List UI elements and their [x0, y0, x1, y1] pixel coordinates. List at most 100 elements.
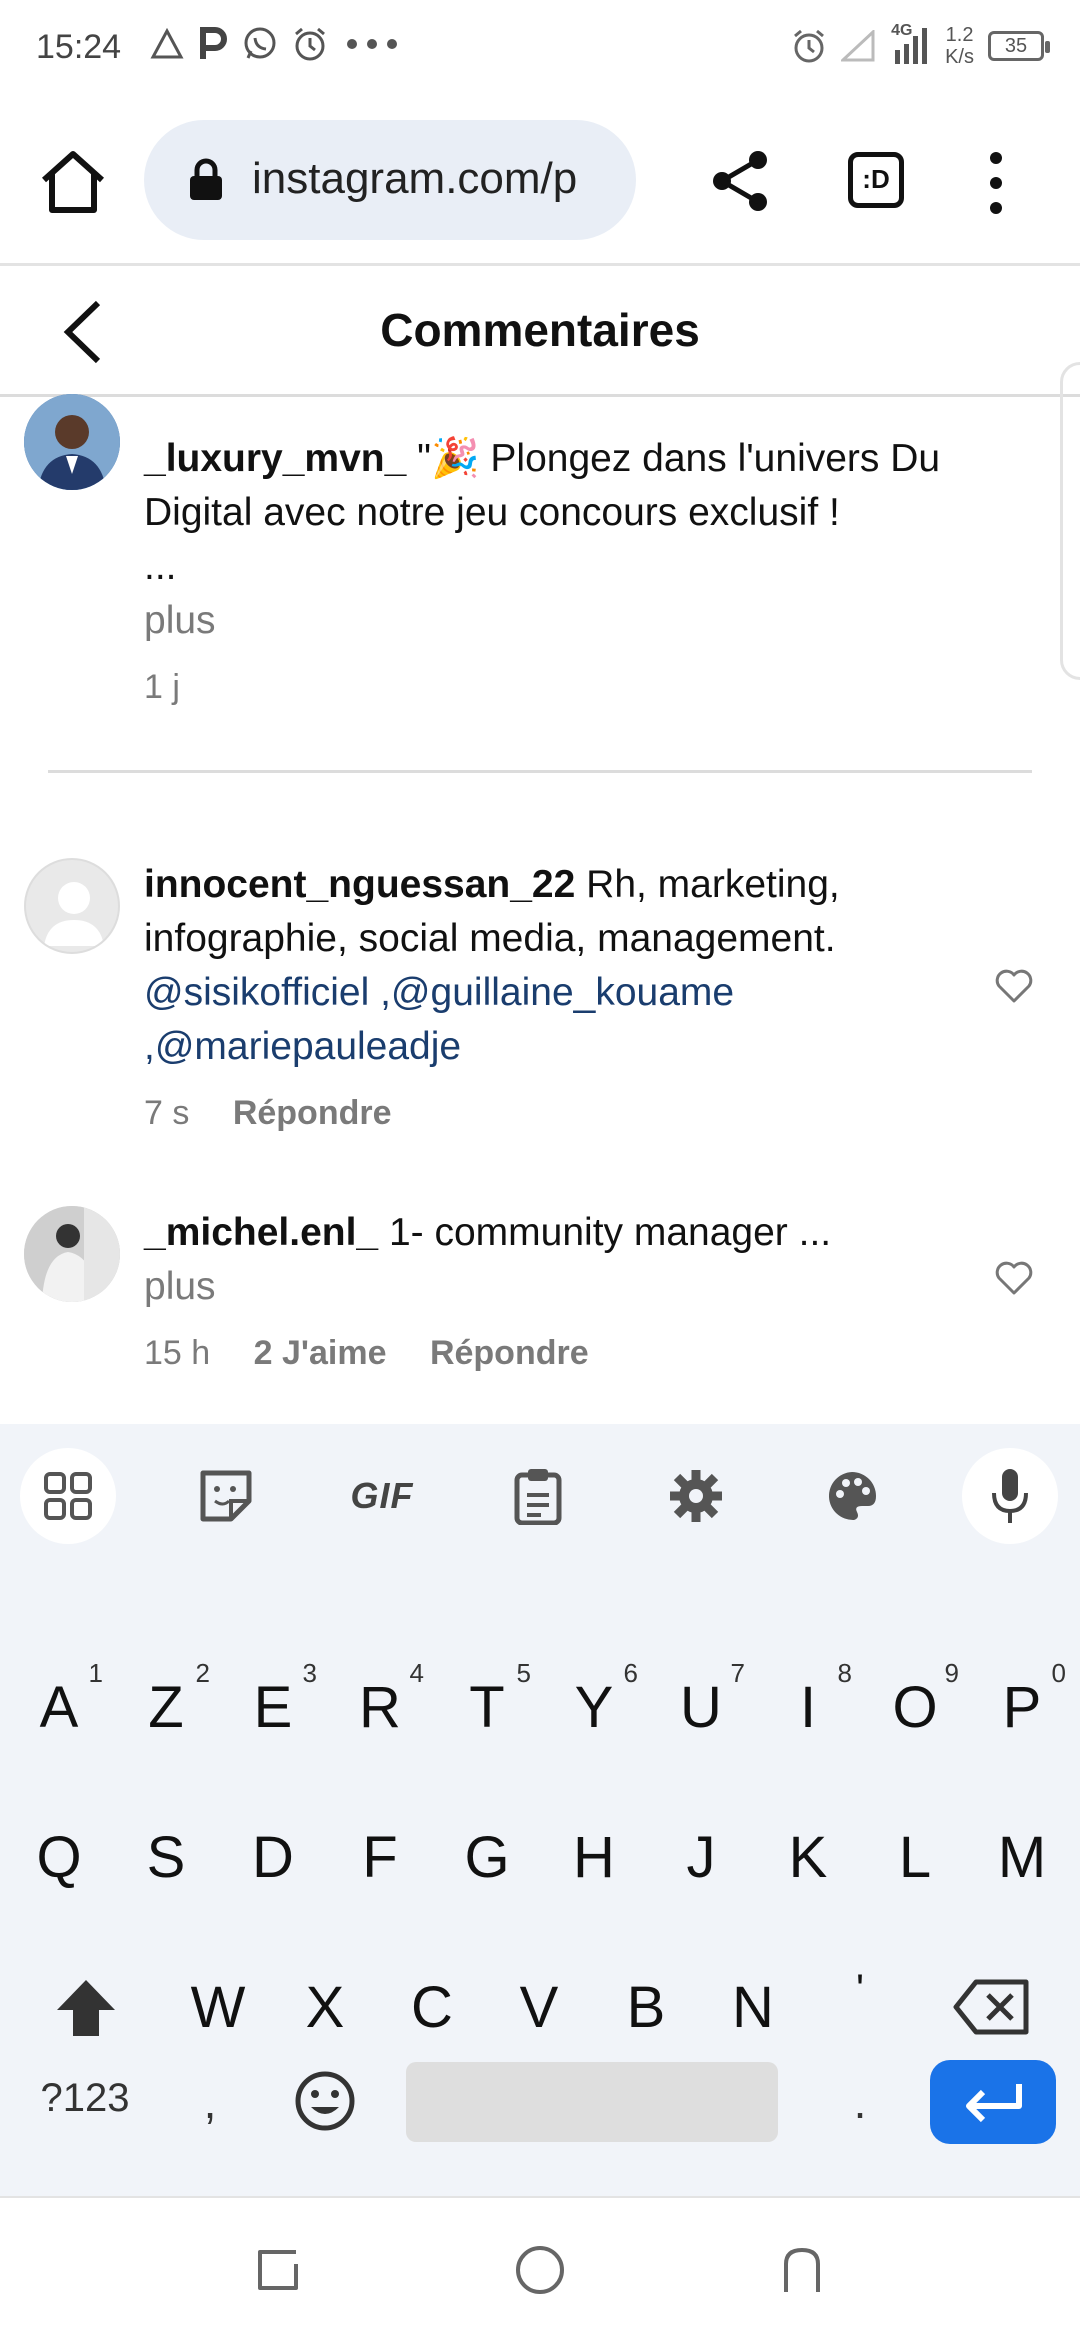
comment-username[interactable]: _michel.enl_	[144, 1211, 378, 1254]
key-e[interactable]: E3	[223, 1652, 323, 1762]
avatar[interactable]	[24, 858, 120, 954]
caption-time: 1 j	[144, 668, 180, 706]
comment-meta: 15 h 2 J'aime Répondre	[144, 1326, 964, 1380]
key-hint: 4	[409, 1658, 424, 1688]
default-avatar-icon	[44, 882, 104, 946]
key-a[interactable]: A1	[9, 1652, 109, 1762]
key-hint: 6	[623, 1658, 638, 1688]
likes-count[interactable]: 2 J'aime	[254, 1334, 387, 1372]
key-u[interactable]: U7	[651, 1652, 751, 1762]
parking-icon	[200, 27, 227, 59]
side-panel-handle[interactable]	[1060, 362, 1080, 680]
net-speed-unit: K/s	[945, 46, 974, 68]
key-hint: 2	[195, 1658, 210, 1688]
heart-icon[interactable]	[994, 1260, 1034, 1296]
key-t[interactable]: T5	[437, 1652, 537, 1762]
backspace-key[interactable]	[942, 1952, 1042, 2062]
period-key[interactable]: .	[820, 2062, 900, 2142]
key-x[interactable]: X	[275, 1952, 375, 2062]
key-c[interactable]: C	[382, 1952, 482, 2062]
enter-arrow-icon	[966, 2084, 1022, 2123]
key-y[interactable]: Y6	[544, 1652, 644, 1762]
key-z[interactable]: Z2	[116, 1652, 216, 1762]
key-i[interactable]: I8	[758, 1652, 858, 1762]
comment-username[interactable]: innocent_nguessan_22	[144, 863, 575, 906]
caption-body: _luxury_mvn_ "🎉 Plongez dans l'univers D…	[144, 432, 964, 714]
apps-grid-icon[interactable]	[20, 1448, 116, 1544]
avatar-image	[24, 1206, 120, 1302]
key-n[interactable]: N	[703, 1952, 803, 2062]
avatar[interactable]	[24, 394, 120, 490]
recent-apps-icon[interactable]	[248, 2240, 308, 2300]
key-hint: 8	[837, 1658, 852, 1688]
reply-button[interactable]: Répondre	[430, 1334, 589, 1372]
caption-divider	[48, 770, 1032, 773]
comma-key[interactable]: ,	[170, 2062, 250, 2142]
more-vert-icon[interactable]	[978, 148, 1014, 218]
key-l[interactable]: L	[865, 1802, 965, 1912]
browser-toolbar: instagram.com/p :D	[0, 100, 1080, 266]
key-m[interactable]: M	[972, 1802, 1072, 1912]
key-w[interactable]: W	[168, 1952, 268, 2062]
key-b[interactable]: B	[596, 1952, 696, 2062]
key-hint: 0	[1051, 1658, 1066, 1688]
net-speed: 1.2 K/s	[945, 24, 974, 68]
avatar[interactable]	[24, 1206, 120, 1302]
emoji-key[interactable]	[280, 2056, 370, 2146]
whatsapp-icon	[244, 27, 276, 59]
comment-text: 1- community manager ...	[388, 1211, 832, 1254]
address-bar[interactable]: instagram.com/p	[144, 120, 636, 240]
avatar-image	[24, 394, 120, 490]
heart-icon[interactable]	[994, 968, 1034, 1004]
key-v[interactable]: V	[489, 1952, 589, 2062]
share-icon[interactable]	[708, 148, 774, 214]
comment-mentions[interactable]: @sisikofficiel ,@guillaine_kouame ,@mari…	[144, 966, 964, 1074]
key-r[interactable]: R4	[330, 1652, 430, 1762]
key-g[interactable]: G	[437, 1802, 537, 1912]
comment-time: 7 s	[144, 1094, 190, 1132]
gif-button[interactable]: GIF	[334, 1448, 430, 1544]
keyboard-toolbar: GIF	[0, 1424, 1080, 1562]
key-h[interactable]: H	[544, 1802, 644, 1912]
key-o[interactable]: O9	[865, 1652, 965, 1762]
key-hint: 5	[516, 1658, 531, 1688]
more-link[interactable]: plus	[144, 1260, 964, 1314]
tabs-button[interactable]: :D	[848, 152, 904, 208]
shift-arrow-icon	[57, 1980, 115, 2036]
sticker-icon[interactable]	[178, 1448, 274, 1544]
mobile-signal: 4G	[891, 22, 931, 66]
key-q[interactable]: Q	[9, 1802, 109, 1912]
backspace-icon	[953, 1979, 1029, 2035]
battery-indicator: 35	[988, 31, 1050, 61]
home-circle-icon[interactable]	[510, 2240, 570, 2300]
home-icon[interactable]	[38, 148, 108, 218]
enter-key[interactable]	[930, 2060, 1056, 2144]
settings-gear-icon[interactable]	[648, 1448, 744, 1544]
key-p[interactable]: P0	[972, 1652, 1072, 1762]
back-nav-icon[interactable]	[772, 2240, 832, 2300]
system-nav-bar	[0, 2196, 1080, 2340]
key-hint: 7	[730, 1658, 745, 1688]
keyboard: GIF A1 Z2 E3 R4 T5 Y6 U7 I8 O9 P0 Q S D …	[0, 1424, 1080, 2196]
lock-icon	[190, 158, 222, 200]
key-j[interactable]: J	[651, 1802, 751, 1912]
key-d[interactable]: D	[223, 1802, 323, 1912]
reply-button[interactable]: Répondre	[233, 1094, 392, 1132]
symbols-key[interactable]: ?123	[20, 2058, 150, 2138]
caption-username[interactable]: _luxury_mvn_	[144, 437, 406, 480]
comment-body: _michel.enl_ 1- community manager ... pl…	[144, 1206, 964, 1380]
more-link[interactable]: plus	[144, 594, 964, 648]
shift-key[interactable]	[36, 1952, 136, 2062]
key-hint: 9	[944, 1658, 959, 1688]
key-f[interactable]: F	[330, 1802, 430, 1912]
status-time: 15:24	[36, 28, 122, 66]
key-s[interactable]: S	[116, 1802, 216, 1912]
space-key[interactable]	[406, 2062, 778, 2142]
key-k[interactable]: K	[758, 1802, 858, 1912]
clipboard-icon[interactable]	[490, 1448, 586, 1544]
theme-palette-icon[interactable]	[804, 1448, 900, 1544]
net-speed-value: 1.2	[945, 24, 974, 46]
key-apostrophe[interactable]: '	[810, 1934, 910, 2044]
gif-label: GIF	[350, 1475, 414, 1516]
microphone-icon[interactable]	[962, 1448, 1058, 1544]
